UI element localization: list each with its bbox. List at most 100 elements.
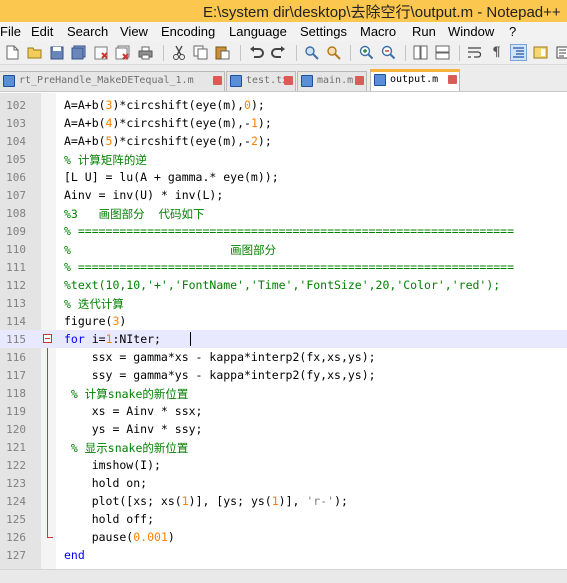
tab-output-m[interactable]: output.m — [370, 69, 460, 91]
code-line[interactable]: 121 % 显示snake的新位置 — [0, 438, 567, 456]
save-all-icon[interactable] — [70, 44, 87, 61]
tab-rt-prehandle[interactable]: rt_PreHandle_MakeDETequal_1.m — [0, 71, 225, 91]
tab-close-icon[interactable] — [284, 76, 293, 85]
code-line[interactable]: 102 A=A+b(3)*circshift(eye(m),0); — [0, 96, 567, 114]
code-line[interactable]: 120 ys = Ainv * ssy; — [0, 420, 567, 438]
menu-edit[interactable]: Edit — [31, 24, 53, 39]
code-line[interactable]: 112 %text(10,10,'+','FontName','Time','Fo… — [0, 276, 567, 294]
fold-toggle-icon[interactable] — [43, 334, 52, 343]
code-text: %text(10,10,'+','FontName','Time','FontS… — [64, 278, 500, 292]
copy-icon[interactable] — [192, 44, 209, 61]
toolbar-separator — [459, 45, 460, 61]
code-line[interactable]: 105 % 计算矩阵的逆 — [0, 150, 567, 168]
code-line[interactable]: 114 figure(3) — [0, 312, 567, 330]
code-line[interactable]: 126 pause(0.001) — [0, 528, 567, 546]
word-wrap-icon[interactable] — [466, 44, 483, 61]
menu-search[interactable]: Search — [67, 24, 108, 39]
tab-test-txt[interactable]: test.txt — [226, 71, 296, 91]
line-number: 117 — [6, 369, 26, 382]
code-line[interactable]: 107 Ainv = inv(U) * inv(L); — [0, 186, 567, 204]
menu-encoding[interactable]: Encoding — [161, 24, 215, 39]
menu-window[interactable]: Window — [448, 24, 494, 39]
code-token: 1 — [105, 332, 113, 346]
code-text: A=A+b(5)*circshift(eye(m),-2); — [64, 134, 272, 148]
code-editor[interactable]: 102 A=A+b(3)*circshift(eye(m),0); 103 A=A+b… — [0, 93, 567, 569]
zoom-in-icon[interactable] — [358, 44, 375, 61]
code-line[interactable]: 117 ssy = gamma*ys - kappa*interp2(fy,xs… — [0, 366, 567, 384]
code-token: Ainv = inv(U) * inv(L); — [64, 188, 224, 202]
code-token: for — [64, 332, 85, 346]
code-token: A=A+b( — [64, 116, 106, 130]
func-list-icon[interactable] — [554, 44, 567, 61]
close-all-icon[interactable] — [114, 44, 131, 61]
file-tab-icon — [374, 74, 386, 86]
sync-h-icon[interactable] — [434, 44, 451, 61]
code-line[interactable]: 104 A=A+b(5)*circshift(eye(m),-2); — [0, 132, 567, 150]
undo-icon[interactable] — [248, 44, 265, 61]
code-text: % 迭代计算 — [64, 296, 124, 312]
line-number: 105 — [6, 153, 26, 166]
code-line[interactable]: 111 % ===================================… — [0, 258, 567, 276]
code-line[interactable]: 113 % 迭代计算 — [0, 294, 567, 312]
code-text: Ainv = inv(U) * inv(L); — [64, 188, 223, 202]
code-text: end — [64, 548, 85, 562]
code-token: i= — [84, 332, 106, 346]
code-line[interactable]: 124 plot([xs; xs(1)], [ys; ys(1)], 'r-')… — [0, 492, 567, 510]
line-number: 113 — [6, 297, 26, 310]
code-line[interactable]: 123 hold on; — [0, 474, 567, 492]
line-number: 126 — [6, 531, 26, 544]
code-line[interactable]: 116 ssx = gamma*xs - kappa*interp2(fx,xs… — [0, 348, 567, 366]
indent-guide-icon[interactable] — [510, 44, 527, 61]
tab-main-m[interactable]: main.m — [297, 71, 367, 91]
cut-icon[interactable] — [170, 44, 187, 61]
horizontal-scrollbar[interactable] — [0, 569, 567, 583]
zoom-out-icon[interactable] — [380, 44, 397, 61]
doc-map-icon[interactable] — [532, 44, 549, 61]
code-line[interactable]: 119 xs = Ainv * ssx; — [0, 402, 567, 420]
fold-line — [47, 348, 48, 537]
toolbar-separator — [296, 45, 297, 61]
line-number: 102 — [6, 99, 26, 112]
code-line[interactable]: 110 % 画图部分 — [0, 240, 567, 258]
code-text: for i=1:NIter; — [64, 332, 161, 346]
menu-file[interactable]: File — [0, 24, 21, 39]
menu-run[interactable]: Run — [412, 24, 436, 39]
all-chars-icon[interactable]: ¶ — [488, 44, 505, 61]
code-line[interactable]: 122 imshow(I); — [0, 456, 567, 474]
open-file-icon[interactable] — [26, 44, 43, 61]
menu-help[interactable]: ? — [509, 24, 516, 39]
sync-v-icon[interactable] — [412, 44, 429, 61]
code-token: ); — [334, 494, 348, 508]
save-icon[interactable] — [48, 44, 65, 61]
find-icon[interactable] — [303, 44, 320, 61]
code-token: ys = Ainv * ssy; — [64, 422, 203, 436]
code-token: imshow(I); — [64, 458, 161, 472]
code-line[interactable]: 127 end — [0, 546, 567, 564]
replace-icon[interactable] — [325, 44, 342, 61]
tab-close-icon[interactable] — [355, 76, 364, 85]
code-line[interactable]: 115 for i=1:NIter; — [0, 330, 567, 348]
tab-close-icon[interactable] — [448, 75, 457, 84]
new-file-icon[interactable] — [4, 44, 21, 61]
code-token: [L U] = lu(A + gamma.* eye(m)); — [64, 170, 279, 184]
code-line[interactable]: 108 %3 画图部分 代码如下 — [0, 204, 567, 222]
code-line[interactable]: 118 % 计算snake的新位置 — [0, 384, 567, 402]
menu-view[interactable]: View — [120, 24, 148, 39]
tab-close-icon[interactable] — [213, 76, 222, 85]
menu-macro[interactable]: Macro — [360, 24, 396, 39]
code-token: ); — [257, 116, 272, 130]
menu-settings[interactable]: Settings — [300, 24, 347, 39]
menu-language[interactable]: Language — [229, 24, 287, 39]
close-icon[interactable] — [92, 44, 109, 61]
redo-icon[interactable] — [270, 44, 287, 61]
code-line[interactable]: 103 A=A+b(4)*circshift(eye(m),-1); — [0, 114, 567, 132]
paste-icon[interactable] — [214, 44, 231, 61]
code-text: ssx = gamma*xs - kappa*interp2(fx,xs,ys)… — [64, 350, 376, 364]
print-icon[interactable] — [137, 44, 154, 61]
code-line[interactable]: 106 [L U] = lu(A + gamma.* eye(m)); — [0, 168, 567, 186]
code-token: % 显示snake的新位置 — [64, 441, 189, 455]
code-line[interactable]: 125 hold off; — [0, 510, 567, 528]
code-line[interactable]: 109 % ===================================… — [0, 222, 567, 240]
code-token: 2 — [250, 134, 258, 148]
code-token: ); — [257, 134, 272, 148]
